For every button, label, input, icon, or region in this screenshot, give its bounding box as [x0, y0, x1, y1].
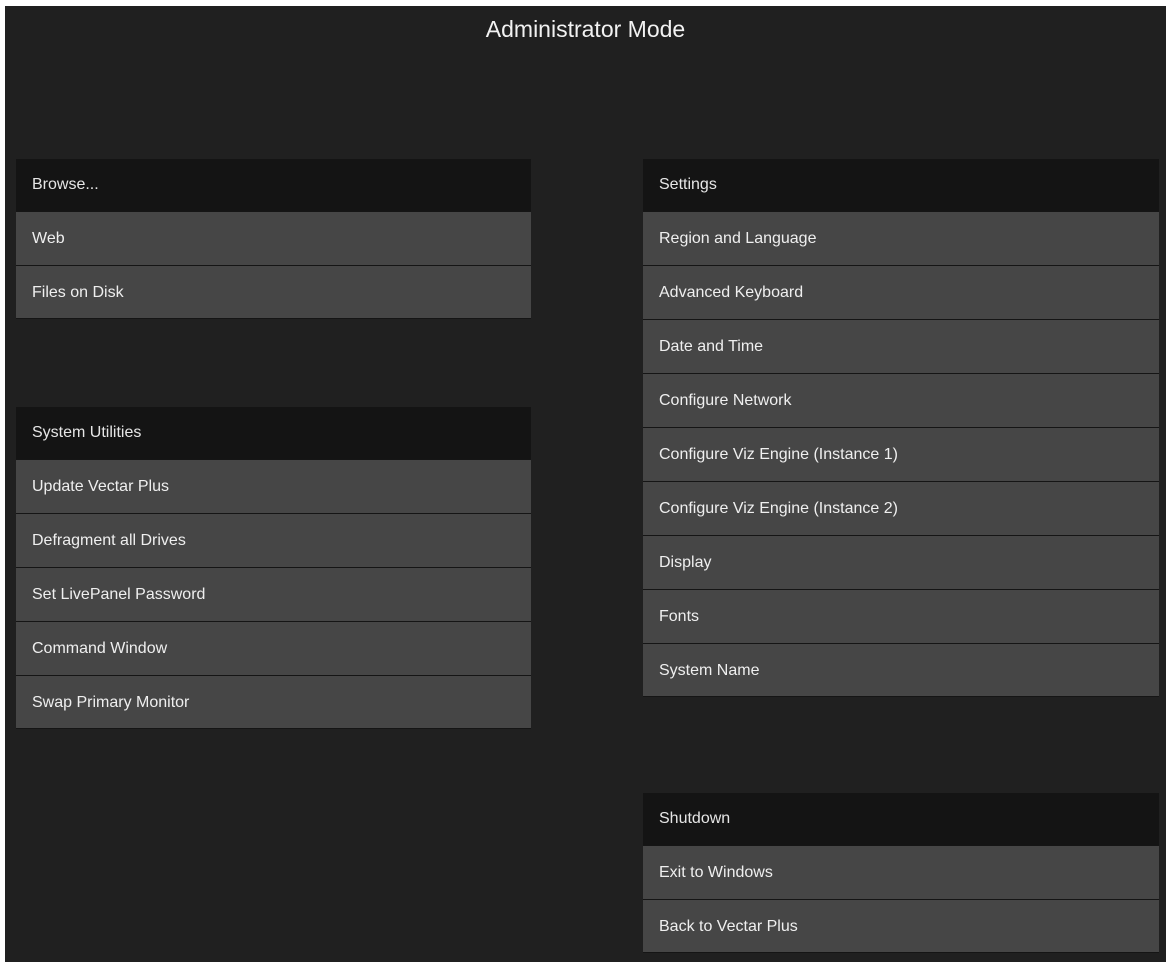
date-and-time-button[interactable]: Date and Time: [643, 319, 1159, 373]
set-livepanel-password-button[interactable]: Set LivePanel Password: [16, 567, 531, 621]
settings-header: Settings: [643, 159, 1159, 211]
system-name-button[interactable]: System Name: [643, 643, 1159, 697]
settings-group: Settings Region and Language Advanced Ke…: [643, 159, 1159, 697]
web-button[interactable]: Web: [16, 211, 531, 265]
admin-mode-window: Administrator Mode Browse... Web Files o…: [5, 6, 1166, 962]
advanced-keyboard-button[interactable]: Advanced Keyboard: [643, 265, 1159, 319]
exit-to-windows-button[interactable]: Exit to Windows: [643, 845, 1159, 899]
page-title: Administrator Mode: [485, 16, 686, 42]
shutdown-header: Shutdown: [643, 793, 1159, 845]
defragment-drives-button[interactable]: Defragment all Drives: [16, 513, 531, 567]
fonts-button[interactable]: Fonts: [643, 589, 1159, 643]
update-vectar-plus-button[interactable]: Update Vectar Plus: [16, 459, 531, 513]
back-to-vectar-plus-button[interactable]: Back to Vectar Plus: [643, 899, 1159, 953]
files-on-disk-button[interactable]: Files on Disk: [16, 265, 531, 319]
browse-group: Browse... Web Files on Disk: [16, 159, 531, 319]
system-utilities-header: System Utilities: [16, 407, 531, 459]
browse-header: Browse...: [16, 159, 531, 211]
system-utilities-group: System Utilities Update Vectar Plus Defr…: [16, 407, 531, 729]
configure-viz-engine-2-button[interactable]: Configure Viz Engine (Instance 2): [643, 481, 1159, 535]
display-button[interactable]: Display: [643, 535, 1159, 589]
swap-primary-monitor-button[interactable]: Swap Primary Monitor: [16, 675, 531, 729]
configure-viz-engine-1-button[interactable]: Configure Viz Engine (Instance 1): [643, 427, 1159, 481]
configure-network-button[interactable]: Configure Network: [643, 373, 1159, 427]
shutdown-group: Shutdown Exit to Windows Back to Vectar …: [643, 793, 1159, 953]
region-and-language-button[interactable]: Region and Language: [643, 211, 1159, 265]
command-window-button[interactable]: Command Window: [16, 621, 531, 675]
